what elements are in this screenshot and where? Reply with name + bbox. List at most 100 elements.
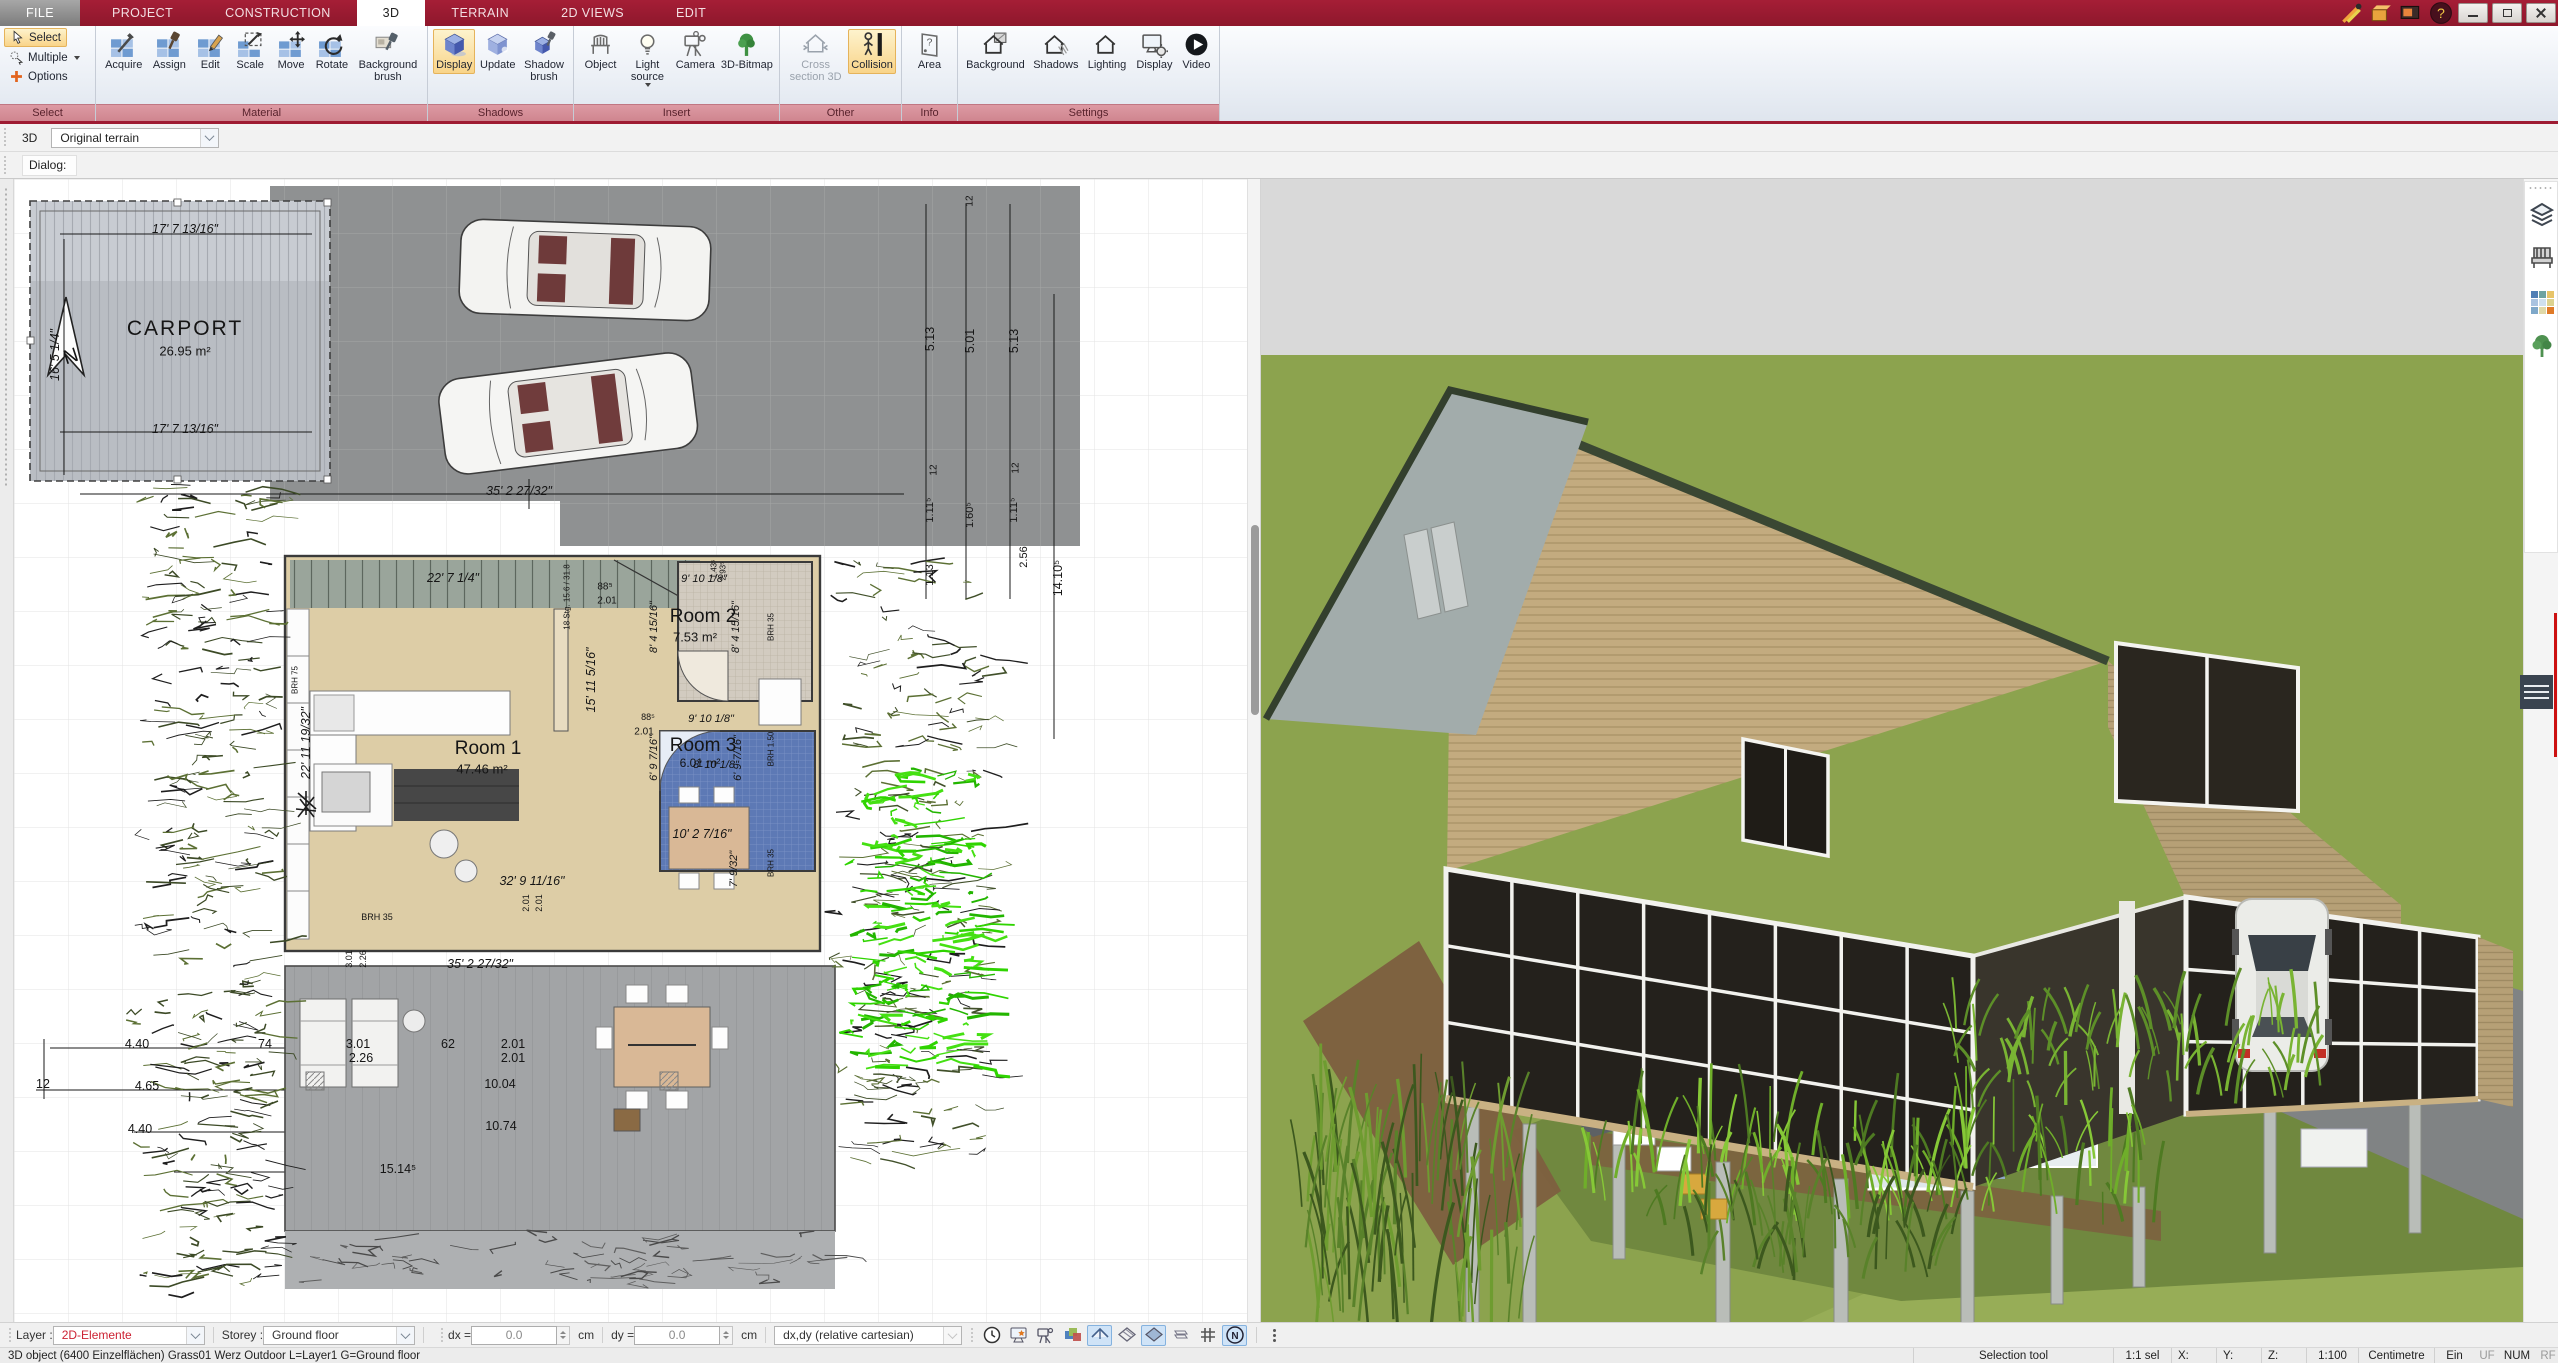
shadows-update-button[interactable]: Update [477,29,518,74]
floor-plan-canvas[interactable] [14,179,1247,1322]
tile-diamond-icon[interactable] [1141,1324,1167,1346]
rotate-button[interactable]: Rotate [312,29,352,74]
clock-icon[interactable] [979,1325,1004,1346]
cross-section-3d-button[interactable]: Cross section 3D [785,29,846,85]
roof-hatch-icon[interactable] [1114,1325,1139,1346]
vertical-scrollbar[interactable] [1247,179,1261,1322]
scale-button[interactable]: Scale [230,29,270,74]
toolbar-grip[interactable] [3,126,8,149]
overflow-menu-icon[interactable] [1273,1328,1277,1342]
right-panel-grip[interactable] [2528,186,2554,190]
acquire-button[interactable]: Acquire [101,29,147,74]
close-button[interactable] [2526,3,2556,23]
area-button[interactable]: ? Area [907,29,952,74]
shadows-display-button[interactable]: Display [433,29,476,74]
dialog-label: Dialog: [22,154,78,176]
help-icon[interactable]: ? [2429,2,2453,24]
edit-material-button[interactable]: Edit [192,29,228,74]
terrain-select[interactable]: Original terrain [51,127,220,148]
layer-select[interactable]: 2D-Elemente [52,1325,205,1345]
tab-project[interactable]: PROJECT [86,0,199,26]
viewport-3d-pane[interactable] [1261,179,2523,1322]
group-label-info: Info [902,104,957,121]
rotate-icon [319,34,343,57]
unit-indicator: Centimetre [2358,1348,2434,1363]
vertical-scrollbar-thumb[interactable] [1251,525,1259,715]
floor-plan-pane[interactable]: 17' 7 13/16" CARPORT 26.95 m² 16' 5 1/4" N 17… [14,179,1247,1322]
tab-file[interactable]: FILE [0,0,80,26]
plants-icon[interactable] [2528,332,2556,360]
tab-edit[interactable]: EDIT [650,0,732,26]
status-grip-1[interactable] [8,1326,12,1344]
shadow-brush-button[interactable]: Shadow brush [520,29,568,85]
layer-select-chevron-icon[interactable] [185,1326,204,1344]
panel-dock-handle[interactable] [2520,675,2553,709]
light-source-button[interactable]: Light source [624,29,671,89]
settings-lighting-icon [1096,35,1116,54]
multiple-dropdown-arrow [73,55,80,60]
minimize-button[interactable] [2458,3,2488,23]
background-brush-button[interactable]: Background brush [354,29,422,85]
record-camera-icon[interactable] [1033,1325,1058,1346]
settings-shadows-button[interactable]: Shadows [1030,29,1082,74]
tab-construction[interactable]: CONSTRUCTION [199,0,357,26]
camera-button[interactable]: Camera [673,29,718,74]
tab-terrain[interactable]: TERRAIN [425,0,535,26]
assign-button[interactable]: Assign [149,29,191,74]
dx-input[interactable] [471,1325,558,1345]
dialog-bar-grip[interactable] [3,154,8,176]
view-type-label: 3D [22,130,38,145]
settings-display-button[interactable]: Display [1132,29,1177,74]
multiple-button[interactable]: Multiple [4,49,85,66]
bitmap-3d-button[interactable]: 3D-Bitmap [720,29,774,74]
update-cube-icon [487,33,509,55]
object-info-text: 3D object (6400 Einzelflächen) Grass01 W… [8,1349,421,1362]
package-icon[interactable] [2369,2,2393,24]
furniture-icon[interactable] [2528,244,2556,272]
tools-icon[interactable] [2339,2,2363,24]
presentation-icon[interactable] [2399,2,2423,24]
plan-toolbar-grip[interactable] [4,187,8,487]
materials-icon[interactable] [2528,288,2556,316]
texture-stack-icon[interactable] [1060,1325,1085,1346]
collision-button[interactable]: Collision [848,29,896,74]
y-coordinate: Y: [2216,1348,2261,1363]
viewport-3d-canvas[interactable] [1261,179,2523,1322]
dy-spinner[interactable] [720,1325,734,1345]
plan-car-1 [458,218,712,322]
tab-2d-views[interactable]: 2D VIEWS [535,0,650,26]
settings-lighting-button[interactable]: Lighting [1084,29,1130,74]
north-icon[interactable]: N [1222,1324,1248,1346]
move-button[interactable]: Move [272,29,310,74]
scale-icon [237,32,262,57]
restore-button[interactable] [2492,3,2522,23]
options-button[interactable]: Options [4,68,73,85]
drawing-scale: 1:100 [2306,1348,2358,1363]
coord-mode-chevron-icon[interactable] [943,1326,962,1344]
ribbon: Select Multiple Options Select Acquire A… [0,26,2558,121]
roof-view-icon[interactable] [1087,1324,1113,1346]
dx-label: dx = [448,1328,472,1342]
status-grip-3[interactable] [970,1326,975,1344]
settings-background-icon [983,32,1007,54]
video-button[interactable]: Video [1179,29,1214,74]
multiple-select-icon [10,51,24,65]
right-icon-strip [2523,179,2558,1322]
coord-mode-select[interactable]: dx,dy (relative cartesian) [774,1325,963,1345]
terrain-select-chevron-icon[interactable] [200,128,219,147]
object-button[interactable]: Object [579,29,622,74]
layer-sheets-icon[interactable] [1168,1325,1193,1346]
grid-icon[interactable] [1195,1325,1220,1346]
storey-select-chevron-icon[interactable] [396,1326,415,1344]
tab-3d[interactable]: 3D [356,0,426,26]
dy-input[interactable] [634,1325,721,1345]
render-screen-icon[interactable] [1006,1325,1031,1346]
select-button[interactable]: Select [4,28,67,47]
settings-background-button[interactable]: Background [963,29,1028,74]
main-area: 17' 7 13/16" CARPORT 26.95 m² 16' 5 1/4" N 17… [0,179,2558,1322]
storey-select[interactable]: Ground floor [263,1325,416,1345]
select-cursor-icon [13,30,23,44]
status-grip-2[interactable] [440,1326,445,1344]
roof-layers-icon[interactable] [2528,200,2556,228]
dx-spinner[interactable] [557,1325,571,1345]
